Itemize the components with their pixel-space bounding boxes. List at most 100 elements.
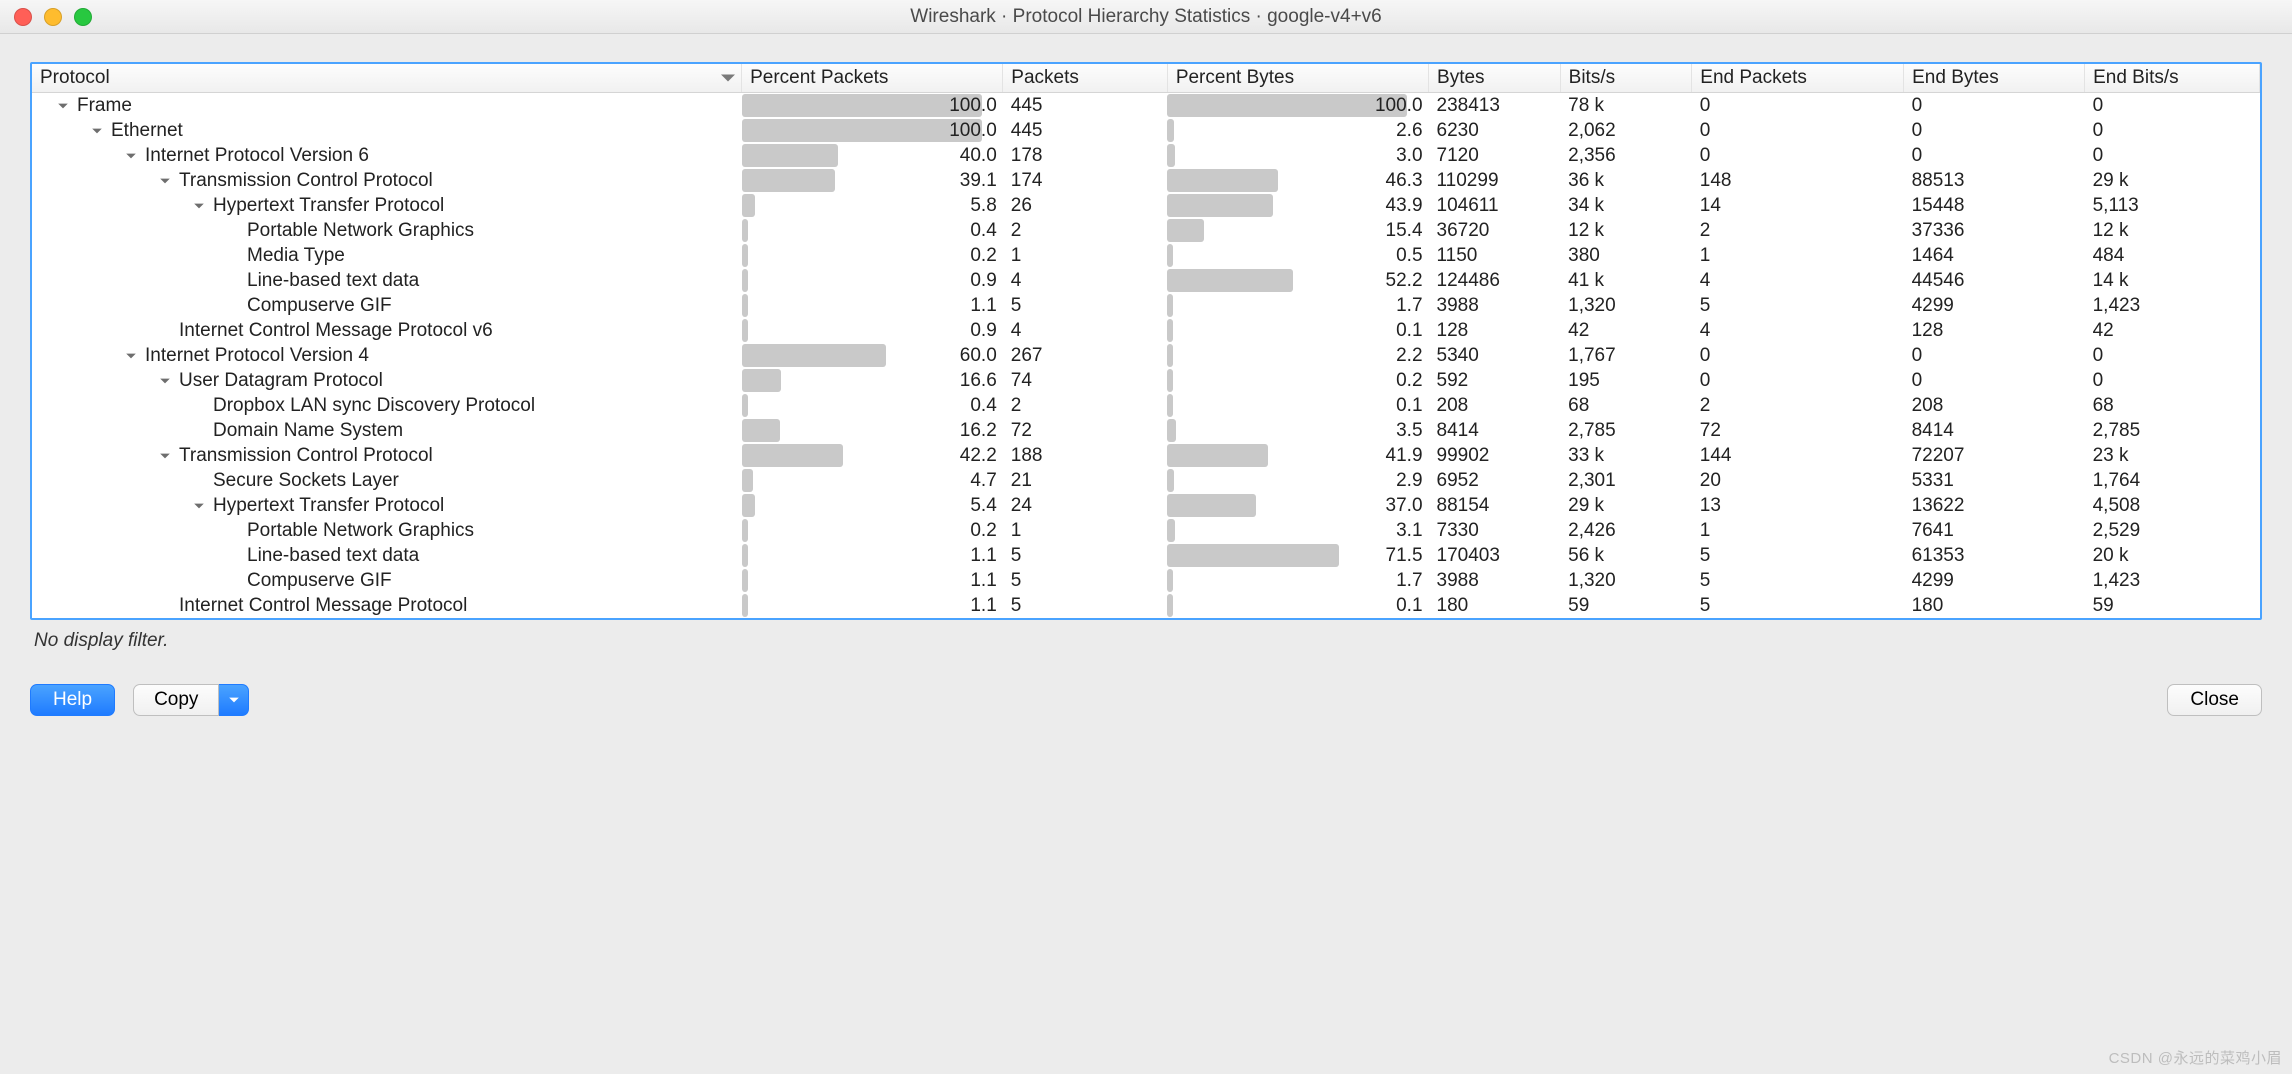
percent-bytes-value: 0.1 <box>1167 593 1422 618</box>
col-header-percent-bytes[interactable]: Percent Bytes <box>1167 64 1428 93</box>
end-packets-cell: 13 <box>1692 493 1904 518</box>
table-row[interactable]: User Datagram Protocol16.6740.2592195000 <box>32 368 2260 393</box>
bits-cell: 2,062 <box>1560 118 1692 143</box>
percent-packets-cell: 0.9 <box>742 318 1003 343</box>
close-button[interactable]: Close <box>2167 684 2262 716</box>
disclosure-triangle-icon[interactable] <box>88 125 105 137</box>
bytes-cell: 1150 <box>1429 243 1561 268</box>
percent-bytes-cell: 1.7 <box>1167 293 1428 318</box>
disclosure-triangle-icon[interactable] <box>156 375 173 387</box>
stats-table-container: ProtocolPercent PacketsPacketsPercent By… <box>30 62 2262 620</box>
table-row[interactable]: Dropbox LAN sync Discovery Protocol0.420… <box>32 393 2260 418</box>
packets-cell: 5 <box>1003 568 1168 593</box>
percent-packets-value: 1.1 <box>742 293 997 318</box>
table-row[interactable]: Internet Protocol Version 460.02672.2534… <box>32 343 2260 368</box>
col-header-percent-packets[interactable]: Percent Packets <box>742 64 1003 93</box>
disclosure-triangle-icon[interactable] <box>54 100 71 112</box>
protocol-label: Dropbox LAN sync Discovery Protocol <box>213 395 535 417</box>
table-row[interactable]: Portable Network Graphics0.213.173302,42… <box>32 518 2260 543</box>
percent-packets-cell: 42.2 <box>742 443 1003 468</box>
protocol-cell: Compuserve GIF <box>32 568 742 593</box>
table-row[interactable]: Compuserve GIF1.151.739881,320542991,423 <box>32 293 2260 318</box>
protocol-cell: Portable Network Graphics <box>32 518 742 543</box>
titlebar: Wireshark · Protocol Hierarchy Statistic… <box>0 0 2292 34</box>
disclosure-triangle-icon[interactable] <box>122 350 139 362</box>
end-bytes-cell: 180 <box>1904 593 2085 618</box>
disclosure-triangle-icon[interactable] <box>190 200 207 212</box>
disclosure-triangle-icon[interactable] <box>156 175 173 187</box>
end-bits-cell: 59 <box>2085 593 2260 618</box>
disclosure-triangle-icon[interactable] <box>190 500 207 512</box>
table-row[interactable]: Internet Protocol Version 640.01783.0712… <box>32 143 2260 168</box>
bits-cell: 2,426 <box>1560 518 1692 543</box>
end-packets-cell: 4 <box>1692 318 1904 343</box>
copy-dropdown[interactable] <box>219 684 249 716</box>
percent-packets-value: 1.1 <box>742 593 997 618</box>
packets-cell: 4 <box>1003 268 1168 293</box>
watermark: CSDN @永远的菜鸡小眉 <box>2109 1047 2282 1068</box>
end-packets-cell: 148 <box>1692 168 1904 193</box>
percent-packets-cell: 4.7 <box>742 468 1003 493</box>
protocol-cell: Transmission Control Protocol <box>32 168 742 193</box>
table-row[interactable]: Internet Control Message Protocol1.150.1… <box>32 593 2260 618</box>
end-bytes-cell: 37336 <box>1904 218 2085 243</box>
disclosure-triangle-icon[interactable] <box>122 150 139 162</box>
end-bits-cell: 0 <box>2085 118 2260 143</box>
bits-cell: 2,356 <box>1560 143 1692 168</box>
end-packets-cell: 0 <box>1692 343 1904 368</box>
disclosure-triangle-icon[interactable] <box>156 450 173 462</box>
table-row[interactable]: Internet Control Message Protocol v60.94… <box>32 318 2260 343</box>
percent-bytes-value: 41.9 <box>1167 443 1422 468</box>
packets-cell: 2 <box>1003 218 1168 243</box>
end-packets-cell: 4 <box>1692 268 1904 293</box>
percent-bytes-value: 2.9 <box>1167 468 1422 493</box>
table-row[interactable]: Frame100.0445100.023841378 k000 <box>32 93 2260 119</box>
end-bytes-cell: 44546 <box>1904 268 2085 293</box>
table-row[interactable]: Transmission Control Protocol42.218841.9… <box>32 443 2260 468</box>
end-bytes-cell: 4299 <box>1904 568 2085 593</box>
end-bytes-cell: 128 <box>1904 318 2085 343</box>
packets-cell: 445 <box>1003 93 1168 119</box>
table-row[interactable]: Media Type0.210.5115038011464484 <box>32 243 2260 268</box>
col-header-end-packets[interactable]: End Packets <box>1692 64 1904 93</box>
bits-cell: 78 k <box>1560 93 1692 119</box>
percent-packets-value: 4.7 <box>742 468 997 493</box>
table-row[interactable]: Line-based text data1.1571.517040356 k56… <box>32 543 2260 568</box>
table-row[interactable]: Compuserve GIF1.151.739881,320542991,423 <box>32 568 2260 593</box>
table-row[interactable]: Transmission Control Protocol39.117446.3… <box>32 168 2260 193</box>
protocol-label: Compuserve GIF <box>247 570 392 592</box>
bits-cell: 12 k <box>1560 218 1692 243</box>
table-row[interactable]: Hypertext Transfer Protocol5.42437.08815… <box>32 493 2260 518</box>
table-row[interactable]: Line-based text data0.9452.212448641 k44… <box>32 268 2260 293</box>
packets-cell: 267 <box>1003 343 1168 368</box>
end-packets-cell: 2 <box>1692 393 1904 418</box>
percent-bytes-value: 1.7 <box>1167 568 1422 593</box>
table-row[interactable]: Secure Sockets Layer4.7212.969522,301205… <box>32 468 2260 493</box>
percent-bytes-cell: 100.0 <box>1167 93 1428 119</box>
table-row[interactable]: Hypertext Transfer Protocol5.82643.91046… <box>32 193 2260 218</box>
col-header-bytes[interactable]: Bytes <box>1429 64 1561 93</box>
table-row[interactable]: Domain Name System16.2723.584142,7857284… <box>32 418 2260 443</box>
bytes-cell: 99902 <box>1429 443 1561 468</box>
packets-cell: 5 <box>1003 543 1168 568</box>
copy-button[interactable]: Copy <box>133 684 219 716</box>
col-header-protocol[interactable]: Protocol <box>32 64 742 93</box>
col-header-end-bits-s[interactable]: End Bits/s <box>2085 64 2260 93</box>
bytes-cell: 128 <box>1429 318 1561 343</box>
percent-packets-value: 100.0 <box>742 118 997 143</box>
table-row[interactable]: Ethernet100.04452.662302,062000 <box>32 118 2260 143</box>
end-bits-cell: 1,423 <box>2085 293 2260 318</box>
bits-cell: 2,785 <box>1560 418 1692 443</box>
dialog-footer: Help Copy Close <box>0 662 2292 736</box>
packets-cell: 1 <box>1003 518 1168 543</box>
percent-bytes-value: 2.2 <box>1167 343 1422 368</box>
end-bits-cell: 0 <box>2085 143 2260 168</box>
protocol-label: Transmission Control Protocol <box>179 445 433 467</box>
col-header-end-bytes[interactable]: End Bytes <box>1904 64 2085 93</box>
col-header-packets[interactable]: Packets <box>1003 64 1168 93</box>
help-button[interactable]: Help <box>30 684 115 716</box>
percent-bytes-cell: 3.5 <box>1167 418 1428 443</box>
end-bytes-cell: 0 <box>1904 93 2085 119</box>
table-row[interactable]: Portable Network Graphics0.4215.43672012… <box>32 218 2260 243</box>
col-header-bits-s[interactable]: Bits/s <box>1560 64 1692 93</box>
